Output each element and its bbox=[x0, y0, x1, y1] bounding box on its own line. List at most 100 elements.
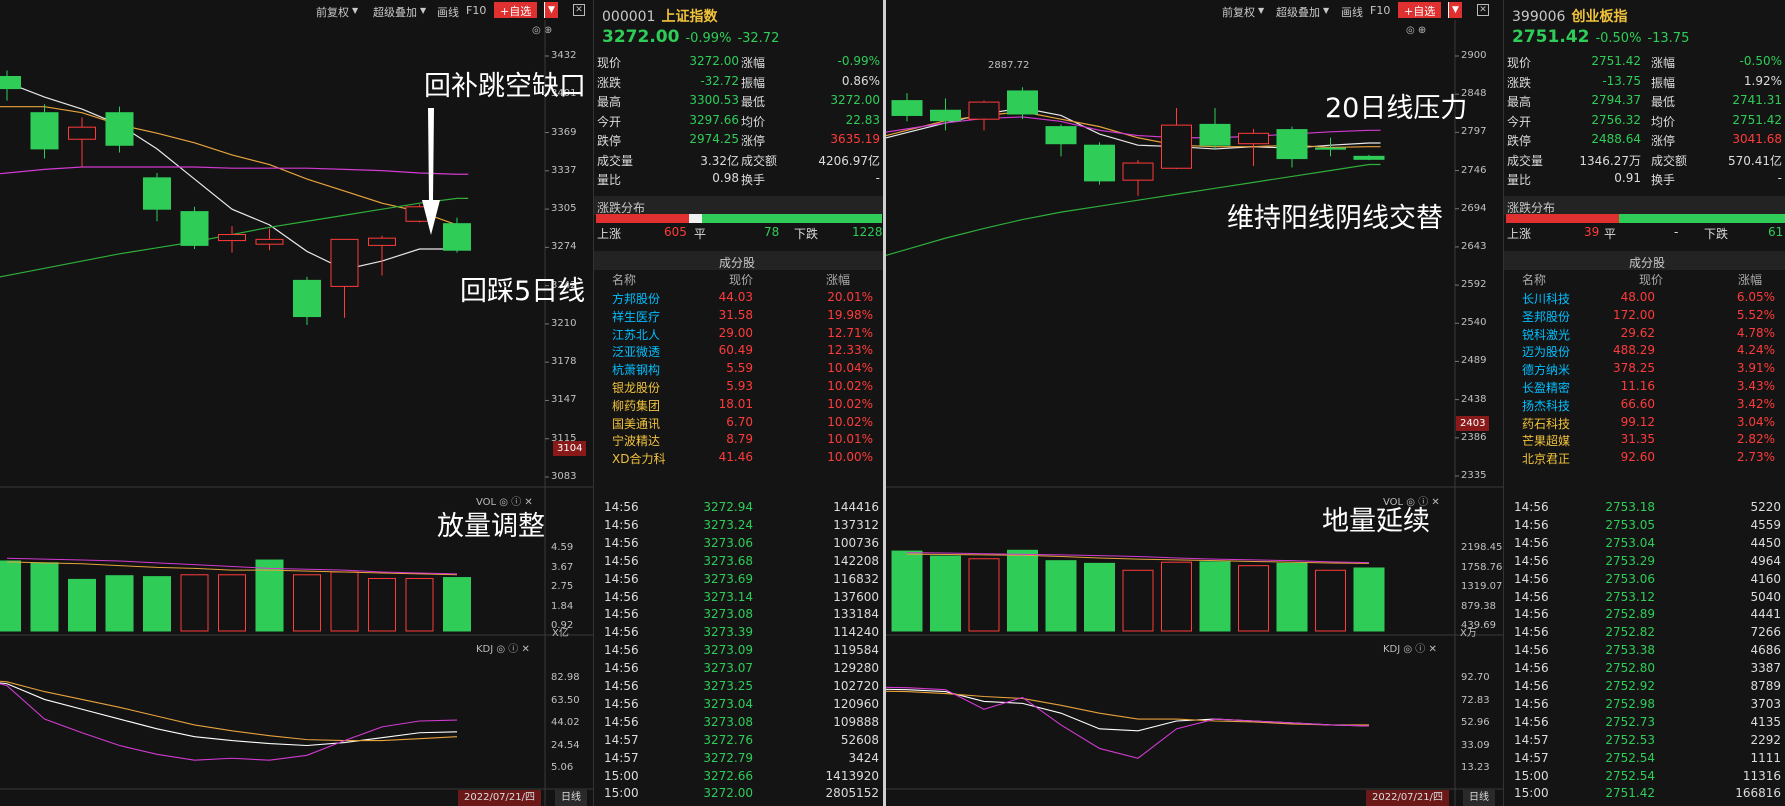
volume-bar-up bbox=[1315, 569, 1346, 632]
quote-value: 22.83 bbox=[845, 112, 880, 127]
trade-time: 14:56 bbox=[1514, 535, 1549, 550]
trade-price: 2752.53 bbox=[1605, 732, 1655, 747]
quote-value: -0.99% bbox=[837, 54, 880, 68]
trade-volume: 5220 bbox=[1750, 500, 1781, 514]
trade-volume: 4441 bbox=[1750, 607, 1781, 622]
trade-time: 14:56 bbox=[604, 625, 639, 640]
vol-tick-label: 1.84 bbox=[551, 600, 574, 612]
kdj-d-line bbox=[0, 680, 458, 742]
quote-label: 涨幅 bbox=[1651, 56, 1676, 70]
trade-price: 2752.73 bbox=[1605, 714, 1655, 729]
component-price: 378.25 bbox=[1613, 361, 1655, 376]
candle-down bbox=[891, 100, 923, 116]
kdj-j-line bbox=[0, 683, 458, 761]
trade-price: 2752.54 bbox=[1605, 750, 1655, 765]
vol-settings-icons[interactable]: ◎ ⓘ ✕ bbox=[1406, 497, 1439, 508]
trade-time: 14:56 bbox=[604, 589, 639, 604]
component-change: 4.24% bbox=[1736, 343, 1775, 358]
volume-bar-up bbox=[405, 577, 434, 632]
dist-header: 涨跌分布 bbox=[594, 196, 883, 215]
price-tick-label: 2900 bbox=[1461, 50, 1487, 61]
index-name: 创业板指 bbox=[1571, 9, 1628, 25]
trade-time: 14:56 bbox=[1514, 500, 1549, 514]
period-button[interactable]: 日线 bbox=[555, 790, 587, 806]
component-price: 8.79 bbox=[726, 432, 753, 447]
volume-bar-down bbox=[0, 560, 21, 632]
price-tick-label: 2489 bbox=[1461, 355, 1487, 367]
trade-price: 2753.18 bbox=[1605, 500, 1655, 514]
index-pct: -0.99% bbox=[685, 31, 732, 46]
quote-label: 成交额 bbox=[1651, 153, 1688, 168]
trade-volume: 137600 bbox=[833, 589, 879, 604]
volume-bar-down bbox=[1007, 549, 1038, 632]
trade-volume: 5040 bbox=[1750, 589, 1781, 604]
trade-price: 2753.06 bbox=[1605, 571, 1655, 586]
component-price: 60.49 bbox=[718, 343, 753, 358]
trade-price: 3273.25 bbox=[703, 679, 753, 693]
index-change: -32.72 bbox=[737, 31, 780, 46]
volume-bar-down bbox=[1045, 560, 1077, 632]
trade-price: 2752.80 bbox=[1605, 661, 1655, 676]
quote-row: 今开 3297.66 均价 22.83 bbox=[594, 110, 883, 130]
annotation-alternate: 维持阳线阴线交替 bbox=[1227, 203, 1443, 234]
quote-label: 量比 bbox=[597, 173, 622, 187]
quote-value: 3272.00 bbox=[830, 93, 880, 107]
candle-down bbox=[443, 223, 471, 251]
dist-header: 涨跌分布 bbox=[1504, 196, 1785, 215]
candle-down bbox=[0, 76, 21, 90]
quote-value: 2751.42 bbox=[1591, 54, 1641, 68]
candle-down bbox=[293, 279, 321, 318]
trade-price: 2752.92 bbox=[1605, 679, 1655, 693]
vol-tick-label: 1319.07 bbox=[1461, 581, 1503, 592]
volume-bar-up bbox=[968, 558, 1000, 632]
left-chart-pane[interactable]: 前复权 ▼ 超级叠加 ▼ 画线 F10 +自选 ▼ ✕ ◎ ⊕ 3432 3401… bbox=[0, 0, 593, 806]
kdj-settings-icons[interactable]: ◎ ⓘ ✕ bbox=[496, 644, 529, 655]
quote-label: 跌停 bbox=[597, 134, 622, 148]
trade-volume: 133184 bbox=[833, 607, 879, 622]
trade-volume: 114240 bbox=[833, 625, 879, 640]
vol-tick-label: 2198.45 bbox=[1461, 542, 1503, 553]
trade-volume: 119584 bbox=[833, 643, 879, 658]
component-change: 3.42% bbox=[1736, 396, 1775, 411]
trade-price: 2753.05 bbox=[1605, 517, 1655, 532]
trade-time: 14:57 bbox=[1514, 750, 1549, 765]
volume-bar-down bbox=[1084, 562, 1115, 632]
quote-label: 今开 bbox=[597, 114, 622, 129]
component-row[interactable]: 北京君正 92.60 2.73% bbox=[1504, 447, 1785, 467]
info-panel-shanghai: 000001 上证指数 3272.00 -0.99% -32.72 现价 3272.00… bbox=[593, 0, 883, 806]
component-change: 3.91% bbox=[1736, 361, 1775, 376]
trade-time: 15:00 bbox=[1514, 768, 1549, 783]
trade-time: 14:56 bbox=[1514, 607, 1549, 622]
price-line: 2751.42 -0.50% -13.75 bbox=[1512, 27, 1695, 47]
trade-price: 3272.79 bbox=[703, 750, 753, 765]
index-code: 000001 bbox=[602, 9, 656, 25]
period-button[interactable]: 日线 bbox=[1463, 790, 1495, 806]
trade-time: 14:56 bbox=[604, 679, 639, 693]
quote-label: 最高 bbox=[1507, 95, 1532, 109]
quote-value: 3.32亿 bbox=[700, 153, 739, 168]
quote-value: -32.72 bbox=[700, 73, 739, 88]
quote-value: 3297.66 bbox=[689, 112, 739, 127]
component-change: 3.04% bbox=[1736, 414, 1775, 429]
candle-up bbox=[1238, 132, 1269, 145]
component-change: 12.71% bbox=[827, 325, 873, 340]
component-row[interactable]: XD合力科 41.46 10.00% bbox=[594, 447, 883, 467]
kdj-j-line bbox=[886, 686, 1370, 759]
trade-price: 3273.68 bbox=[703, 553, 753, 568]
trade-volume: 166816 bbox=[1735, 786, 1781, 801]
vol-settings-icons[interactable]: ◎ ⓘ ✕ bbox=[499, 497, 532, 508]
trade-time: 14:56 bbox=[604, 535, 639, 550]
trade-price: 3272.66 bbox=[703, 768, 753, 783]
quote-label: 成交量 bbox=[597, 153, 634, 168]
trade-time: 14:56 bbox=[1514, 589, 1549, 604]
quote-label: 今开 bbox=[1507, 114, 1532, 129]
kdj-settings-icons[interactable]: ◎ ⓘ ✕ bbox=[1403, 644, 1436, 655]
index-change: -13.75 bbox=[1647, 31, 1690, 46]
annotation-gap: 回补跳空缺口 bbox=[424, 71, 586, 102]
component-change: 10.01% bbox=[827, 432, 873, 447]
trade-volume: 144416 bbox=[833, 500, 879, 514]
candle-down bbox=[1353, 155, 1385, 160]
right-chart-pane[interactable]: 前复权 ▼ 超级叠加 ▼ 画线 F10 +自选 ▼ ✕ ◎ ⊕ 2900 2848… bbox=[886, 0, 1503, 806]
candle-down bbox=[30, 112, 59, 150]
component-price: 29.00 bbox=[718, 325, 753, 340]
